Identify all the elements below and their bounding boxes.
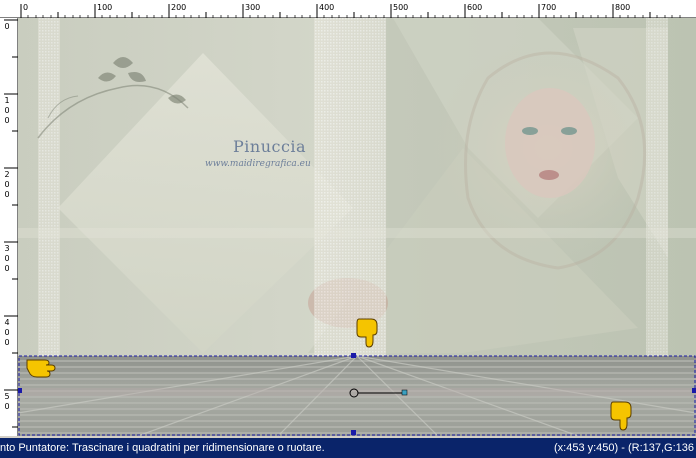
ruler-left-label: 2 [4,170,10,179]
ruler-left-label: 0 [4,254,10,263]
ruler-left-label: 1 [4,96,10,105]
ruler-left-label: 0 [4,328,10,337]
status-message: nto Puntatore: Trascinare i quadratini p… [0,442,325,454]
ruler-top-label: 600 [467,3,483,12]
ruler-top-label: 200 [171,3,187,12]
ruler-left-label: 0 [4,338,10,347]
ruler-left-label: 5 [4,392,10,401]
ruler-top-label: 500 [393,3,409,12]
image-canvas[interactable]: Pinuccia www.maidiregrafica.eu [18,18,696,436]
cursor-readout: (x:453 y:450) - (R:137,G:136 [553,442,694,454]
ruler-left-label: 0 [4,106,10,115]
ruler-left-label: 3 [4,244,10,253]
ruler-top: 0 100 200 300 400 500 600 700 800 [0,0,696,18]
pointing-hand-down-icon [610,401,632,431]
ruler-top-label: 800 [615,3,631,12]
pointing-hand-down-icon [356,318,378,348]
ruler-top-label: 700 [541,3,557,12]
artwork [18,18,696,436]
ruler-left-label: 0 [4,116,10,125]
ruler-left-label: 4 [4,318,10,327]
ruler-left-label: 0 [4,190,10,199]
ruler-top-label: 400 [319,3,335,12]
ruler-left-label: 0 [4,264,10,273]
ruler-left-ticks [4,19,18,428]
watermark-url: www.maidiregrafica.eu [205,159,311,169]
pointing-hand-right-icon [26,359,56,378]
ruler-left-label: 0 [4,402,10,411]
ruler-left-label: 0 [4,22,10,31]
ruler-top-label: 300 [245,3,261,12]
ruler-top-label: 100 [97,3,113,12]
watermark-title: Pinuccia [233,137,307,156]
ruler-left: 0 1 0 0 2 0 0 3 0 0 4 0 0 5 0 [0,18,18,436]
ruler-left-label: 0 [4,180,10,189]
ruler-top-label: 0 [23,3,29,12]
status-bar: nto Puntatore: Trascinare i quadratini p… [0,438,696,458]
